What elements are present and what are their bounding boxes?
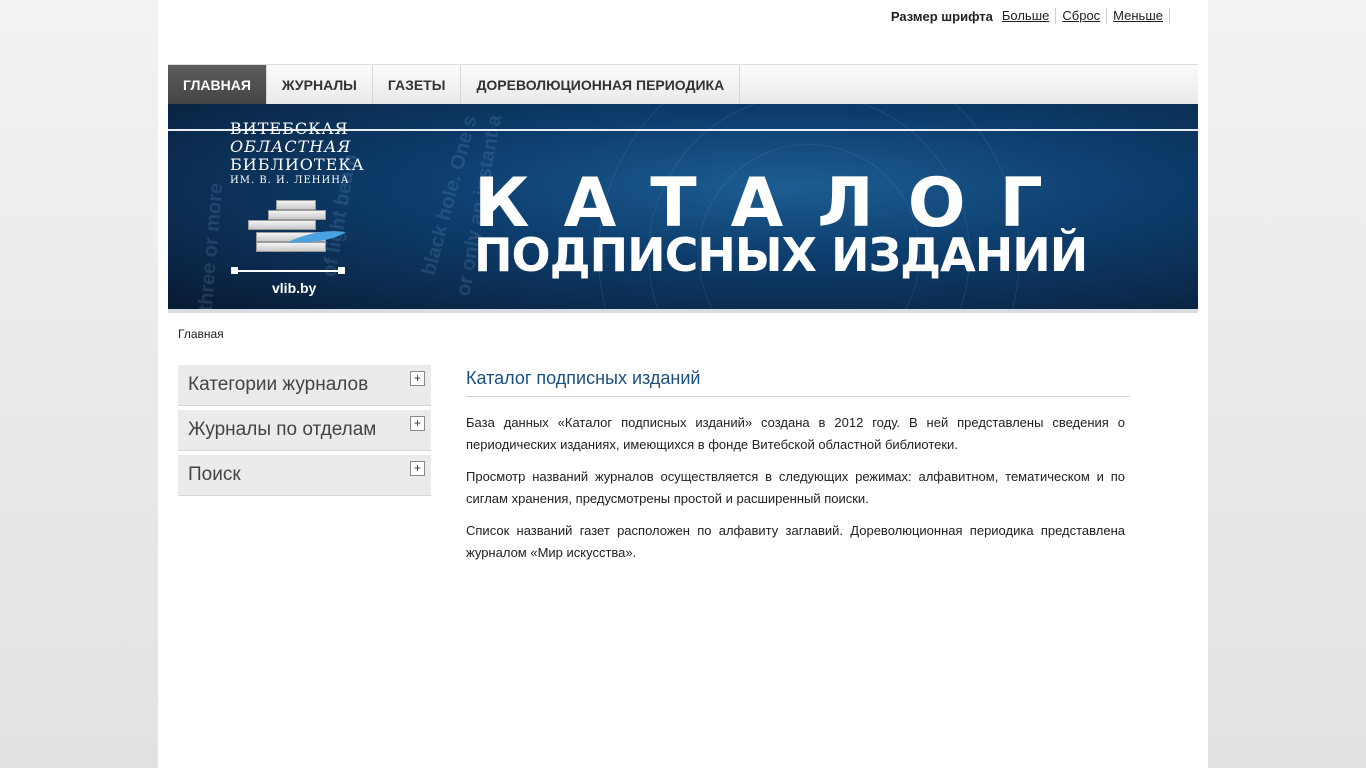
logo-line-4: ИМ. В. И. ЛЕНИНА xyxy=(230,175,350,186)
font-size-label: Размер шрифта xyxy=(890,8,993,24)
font-reset-link[interactable]: Сброс xyxy=(1062,8,1108,24)
nav-item-newspapers[interactable]: ГАЗЕТЫ xyxy=(373,65,462,105)
expand-icon[interactable]: + xyxy=(410,371,425,386)
sidebar-item-label: Категории журналов xyxy=(188,374,369,395)
expand-icon[interactable]: + xyxy=(410,416,425,431)
logo-line-1: ВИТЕБСКАЯ xyxy=(230,119,349,138)
sidebar-item-journal-categories[interactable]: Категории журналов + xyxy=(178,365,431,406)
logo-underline xyxy=(231,267,345,274)
books-icon xyxy=(248,200,346,260)
sidebar: Категории журналов + Журналы по отделам … xyxy=(178,365,431,500)
library-logo[interactable]: ВИТЕБСКАЯ ОБЛАСТНАЯ БИБЛИОТЕКА ИМ. В. И.… xyxy=(230,119,365,188)
font-bigger-link[interactable]: Больше xyxy=(1002,8,1057,24)
nav-item-prerevolutionary[interactable]: ДОРЕВОЛЮЦИОННАЯ ПЕРИОДИКА xyxy=(461,65,741,105)
banner-title: КАТАЛОГ ПОДПИСНЫХ ИЗДАНИЙ xyxy=(474,166,1088,282)
breadcrumb: Главная xyxy=(178,327,224,341)
header-banner: black hole. One s or only an instant a e… xyxy=(168,104,1198,313)
main-nav: ГЛАВНАЯ ЖУРНАЛЫ ГАЗЕТЫ ДОРЕВОЛЮЦИОННАЯ П… xyxy=(168,64,1198,105)
sidebar-item-search[interactable]: Поиск + xyxy=(178,455,431,496)
sidebar-item-label: Журналы по отделам xyxy=(188,419,377,440)
sidebar-item-label: Поиск xyxy=(188,464,241,485)
logo-line-2: ОБЛАСТНАЯ xyxy=(230,137,352,156)
nav-item-journals[interactable]: ЖУРНАЛЫ xyxy=(267,65,373,105)
content-paragraph: База данных «Каталог подписных изданий» … xyxy=(466,415,1125,452)
font-smaller-link[interactable]: Меньше xyxy=(1113,8,1170,24)
banner-bg-text: e three or more xyxy=(193,181,228,313)
content-paragraph: Список названий газет расположен по алфа… xyxy=(466,523,1125,560)
content-paragraph: Просмотр названий журналов осуществляетс… xyxy=(466,469,1125,506)
nav-item-home[interactable]: ГЛАВНАЯ xyxy=(168,65,267,105)
main-content: Каталог подписных изданий База данных «К… xyxy=(466,368,1130,564)
site-name: vlib.by xyxy=(272,280,317,296)
page-title: Каталог подписных изданий xyxy=(466,368,1130,397)
banner-title-line2: ПОДПИСНЫХ ИЗДАНИЙ xyxy=(474,228,1088,282)
library-name: ВИТЕБСКАЯ ОБЛАСТНАЯ БИБЛИОТЕКА ИМ. В. И.… xyxy=(230,119,365,188)
expand-icon[interactable]: + xyxy=(410,461,425,476)
sidebar-item-journals-by-department[interactable]: Журналы по отделам + xyxy=(178,410,431,451)
font-size-bar: Размер шрифта Больше Сброс Меньше xyxy=(891,8,1176,24)
page-container: Размер шрифта Больше Сброс Меньше ГЛАВНА… xyxy=(158,0,1208,768)
logo-line-3: БИБЛИОТЕКА xyxy=(230,155,365,174)
